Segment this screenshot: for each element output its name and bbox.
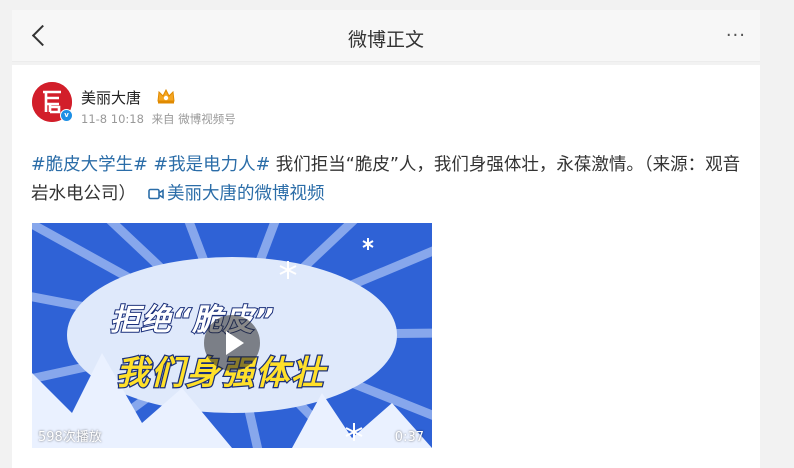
post-text: #脆皮大学生# #我是电力人# 我们拒当“脆皮”人，我们身强体壮，永葆激情。（来… (31, 151, 747, 209)
play-icon[interactable] (204, 315, 260, 371)
video-player[interactable]: 拒绝“脆皮” 我们身强体壮 598次播放 0:37 (32, 223, 432, 448)
page-title: 微博正文 (347, 29, 424, 51)
post-card: v 美丽大唐 11-8 10:18 来自 微博视频号 #脆皮大学生# #我是电力… (12, 65, 760, 468)
post-meta: 11-8 10:18 来自 微博视频号 (81, 111, 240, 127)
post-source[interactable]: 来自 微博视频号 (152, 112, 236, 126)
video-link-label: 美丽大唐的微博视频 (167, 184, 325, 204)
top-bar: 微博正文 ··· (12, 10, 760, 62)
verified-icon: v (60, 109, 73, 122)
user-name[interactable]: 美丽大唐 (81, 87, 141, 108)
crown-icon (157, 88, 175, 104)
video-link[interactable]: 美丽大唐的微博视频 (148, 184, 325, 204)
video-duration: 0:37 (394, 430, 424, 445)
video-link-icon (148, 188, 164, 200)
more-icon[interactable]: ··· (726, 25, 746, 46)
play-count: 598次播放 (38, 430, 102, 445)
hashtag-link[interactable]: #我是电力人# (153, 155, 270, 175)
hashtag-link[interactable]: #脆皮大学生# (31, 155, 148, 175)
post-time: 11-8 10:18 (81, 112, 144, 126)
